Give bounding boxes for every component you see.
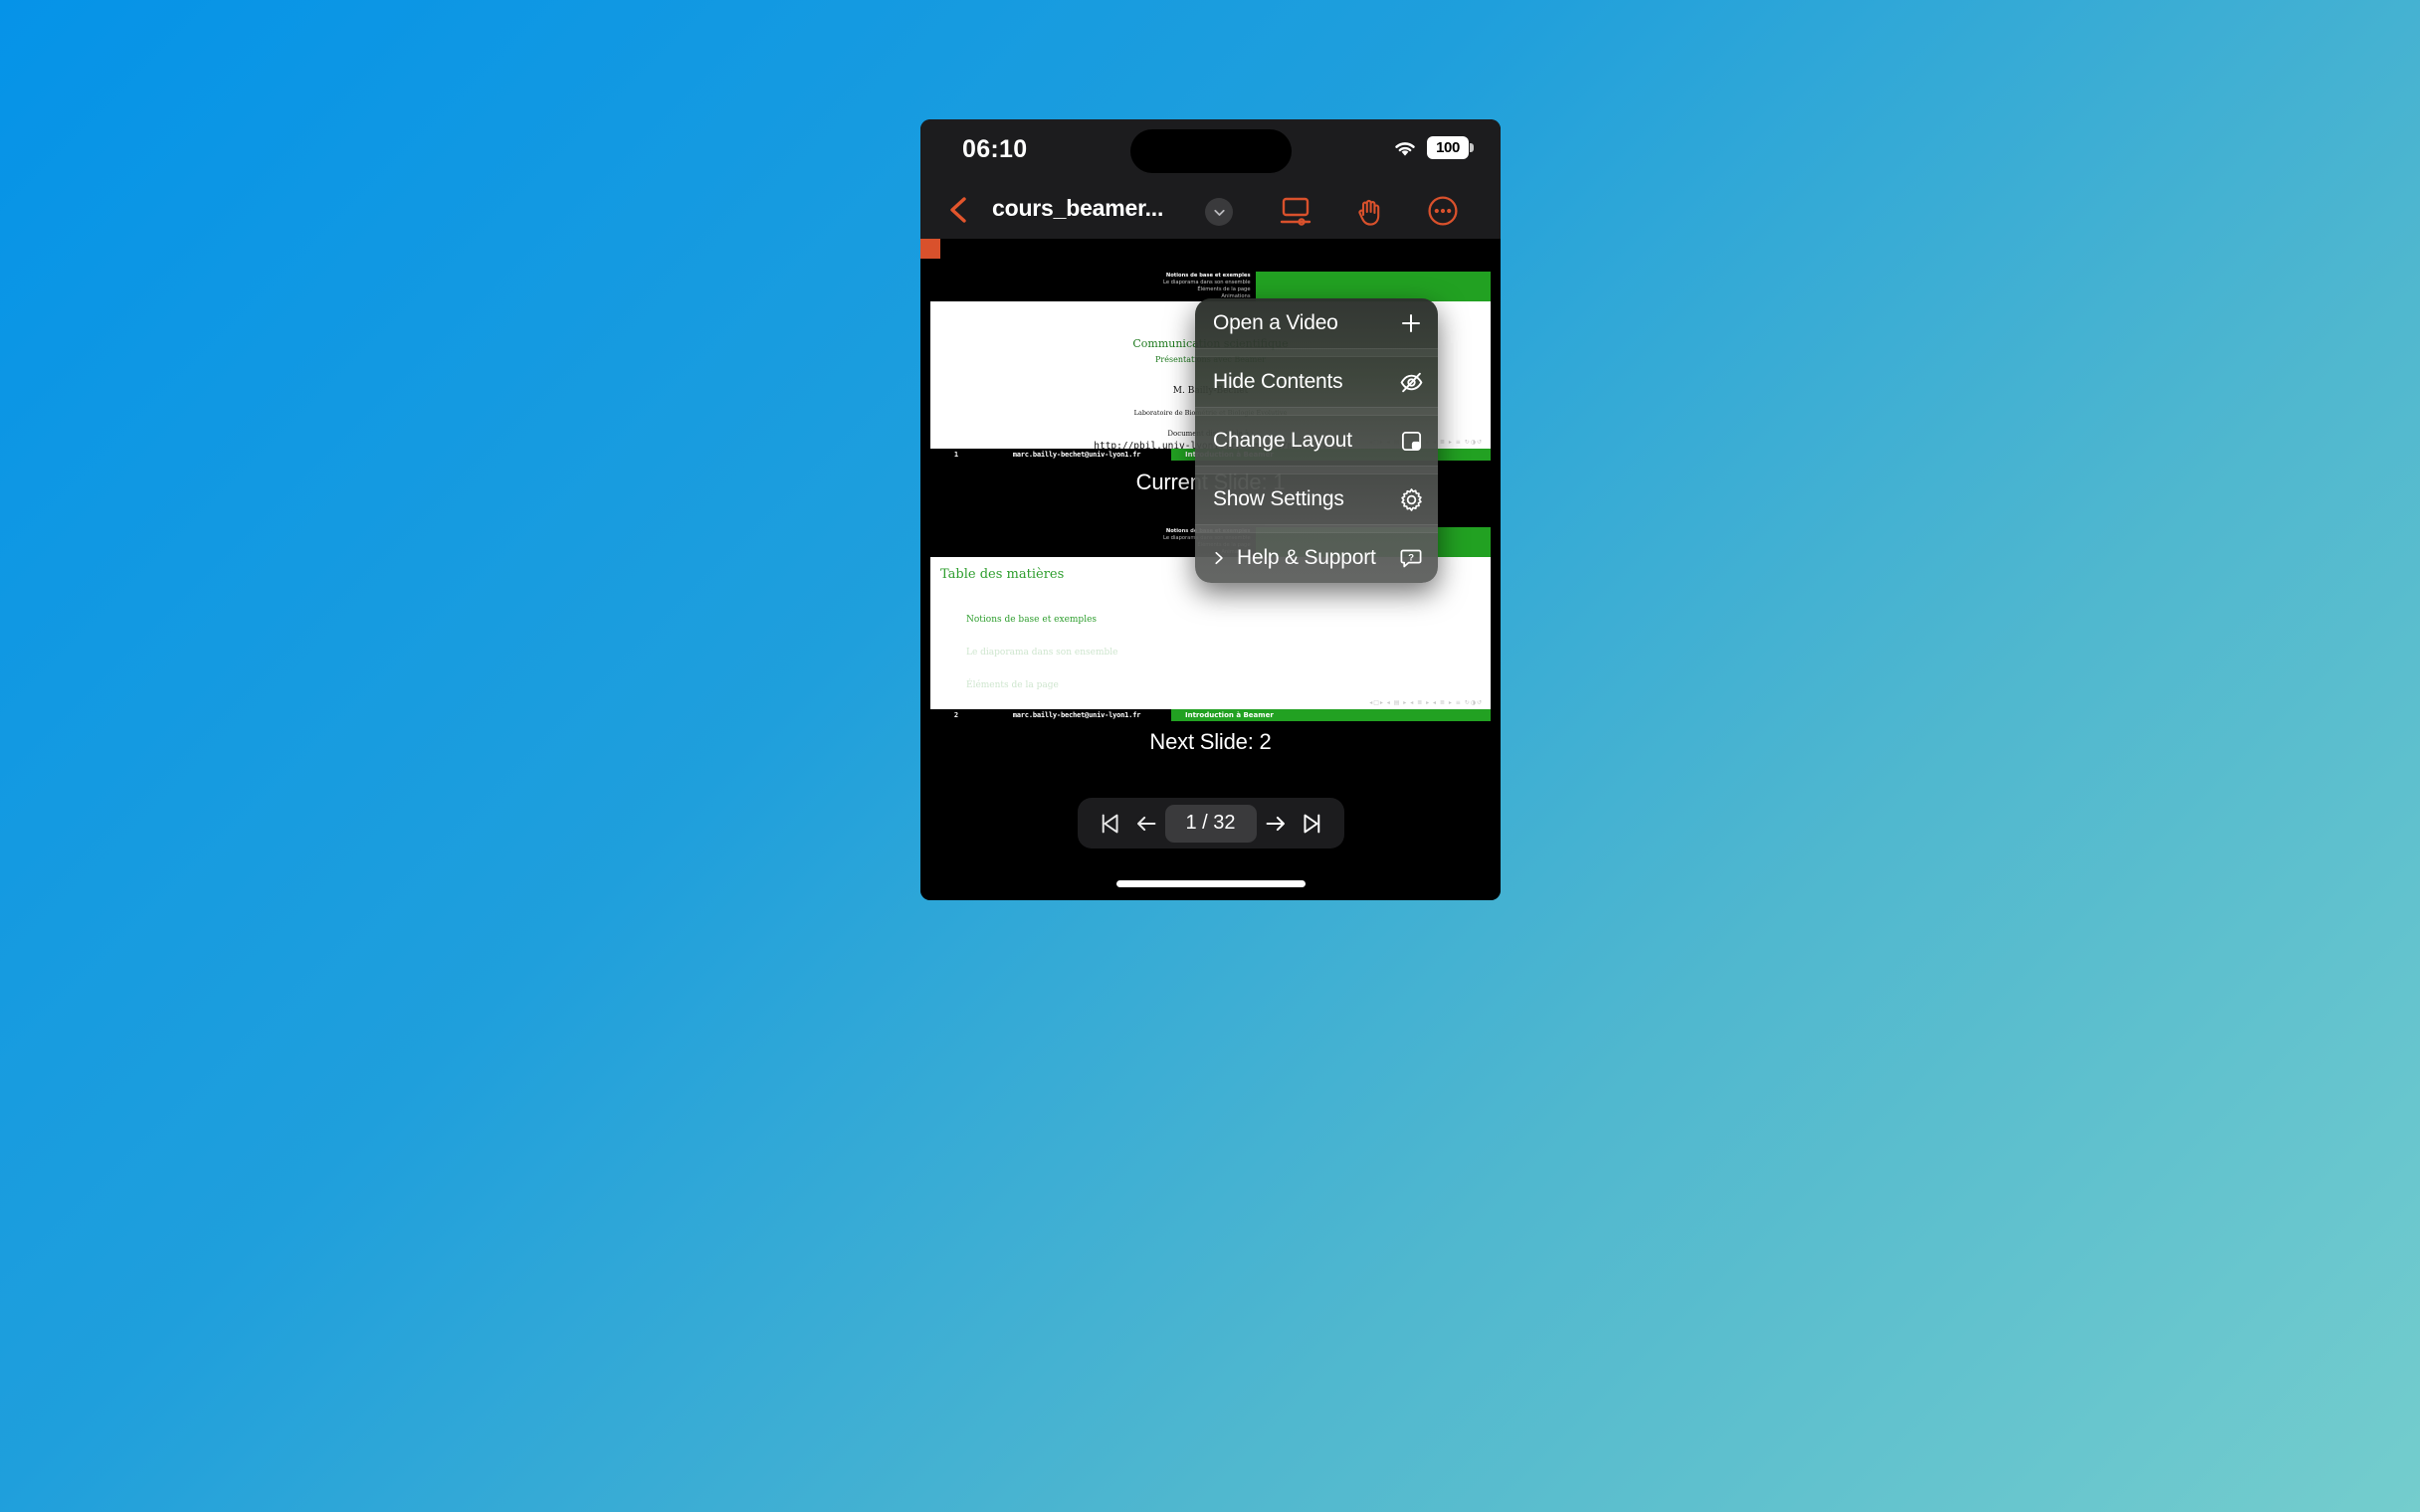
app-nav-bar: cours_beamer... — [920, 181, 1501, 239]
presentation-screen-icon[interactable] — [1278, 193, 1313, 229]
hand-raised-icon[interactable] — [1351, 193, 1387, 229]
toc-item: Le diaporama dans son ensemble — [966, 648, 1118, 658]
eye-slash-icon — [1398, 369, 1424, 395]
layout-panel-icon — [1398, 428, 1424, 454]
arrow-left-icon[interactable] — [1129, 807, 1163, 841]
recording-marker — [920, 239, 940, 259]
slide-navigation-bar: 1 / 32 — [1077, 798, 1344, 849]
menu-separator — [1195, 348, 1438, 357]
wifi-icon — [1395, 141, 1415, 156]
page-indicator[interactable]: 1 / 32 — [1164, 804, 1257, 843]
phone-frame: 06:10 100 cours_beamer... Notions de bas… — [920, 119, 1501, 900]
chevron-left-icon[interactable] — [942, 193, 976, 227]
slide-head-line: Éléments de la page — [1197, 286, 1251, 292]
menu-item-label: Help & Support — [1237, 546, 1376, 569]
overflow-context-menu: Open a Video Hide Contents Change Layout… — [1195, 298, 1438, 583]
home-indicator — [1115, 880, 1306, 887]
document-title: cours_beamer... — [992, 195, 1164, 221]
menu-item-show-settings[interactable]: Show Settings — [1195, 474, 1438, 524]
slide-header-accent — [1255, 272, 1491, 301]
status-bar: 06:10 100 — [920, 119, 1501, 181]
toc-item: Éléments de la page — [966, 680, 1059, 690]
skip-to-end-icon[interactable] — [1295, 807, 1328, 841]
menu-separator — [1195, 407, 1438, 416]
slide-footer-title: Introduction à Beamer — [1171, 709, 1491, 721]
slide-footer-email: marc.bailly-bechet@univ-lyon1.fr — [1012, 451, 1141, 459]
menu-item-label: Hide Contents — [1213, 370, 1343, 393]
menu-item-help-and-support[interactable]: Help & Support ? — [1195, 533, 1438, 583]
menu-separator — [1195, 524, 1438, 533]
slide-stage: Notions de base et exemples Le diaporama… — [920, 239, 1501, 900]
slide-footer-email: marc.bailly-bechet@univ-lyon1.fr — [1012, 711, 1141, 719]
toc-item: Notions de base et exemples — [966, 615, 1098, 625]
dynamic-island — [1129, 129, 1292, 173]
menu-item-label: Show Settings — [1213, 487, 1344, 510]
slide-footer-number: 1 — [953, 451, 959, 459]
slide-head-line: Le diaporama dans son ensemble — [1163, 280, 1251, 285]
battery-icon: 100 — [1427, 136, 1474, 159]
chevron-down-icon[interactable] — [1205, 198, 1233, 226]
chevron-right-icon — [1213, 549, 1229, 567]
status-indicators: 100 — [1392, 136, 1474, 159]
skip-to-start-icon[interactable] — [1094, 807, 1127, 841]
menu-separator — [1195, 466, 1438, 474]
arrow-right-icon[interactable] — [1259, 807, 1293, 841]
question-bubble-icon: ? — [1398, 545, 1424, 571]
ellipsis-circle-icon[interactable] — [1425, 193, 1461, 229]
next-slide-caption: Next Slide: 2 — [1149, 729, 1272, 754]
menu-item-change-layout[interactable]: Change Layout — [1195, 416, 1438, 466]
menu-item-label: Open a Video — [1213, 311, 1338, 334]
battery-level: 100 — [1436, 139, 1460, 156]
svg-text:?: ? — [1408, 552, 1414, 563]
slide-footer-number: 2 — [953, 711, 959, 719]
slide-header: Notions de base et exemples Le diaporama… — [930, 272, 1491, 301]
slide-head-line: Notions de base et exemples — [1165, 273, 1251, 279]
menu-item-open-a-video[interactable]: Open a Video — [1195, 298, 1438, 348]
plus-icon — [1398, 310, 1424, 336]
page-indicator-label: 1 / 32 — [1185, 812, 1236, 834]
menu-item-hide-contents[interactable]: Hide Contents — [1195, 357, 1438, 407]
status-time: 06:10 — [962, 135, 1028, 163]
beamer-nav-dots: ◂□▸ ◂ ▤ ▸ ◂ ≣ ▸ ◂ ≣ ▸ ≡ ↻◑↺ — [1369, 699, 1483, 706]
menu-item-label: Change Layout — [1213, 429, 1352, 452]
slide-footer: 2 marc.bailly-bechet@univ-lyon1.fr Intro… — [930, 709, 1491, 721]
gear-icon — [1398, 486, 1424, 512]
